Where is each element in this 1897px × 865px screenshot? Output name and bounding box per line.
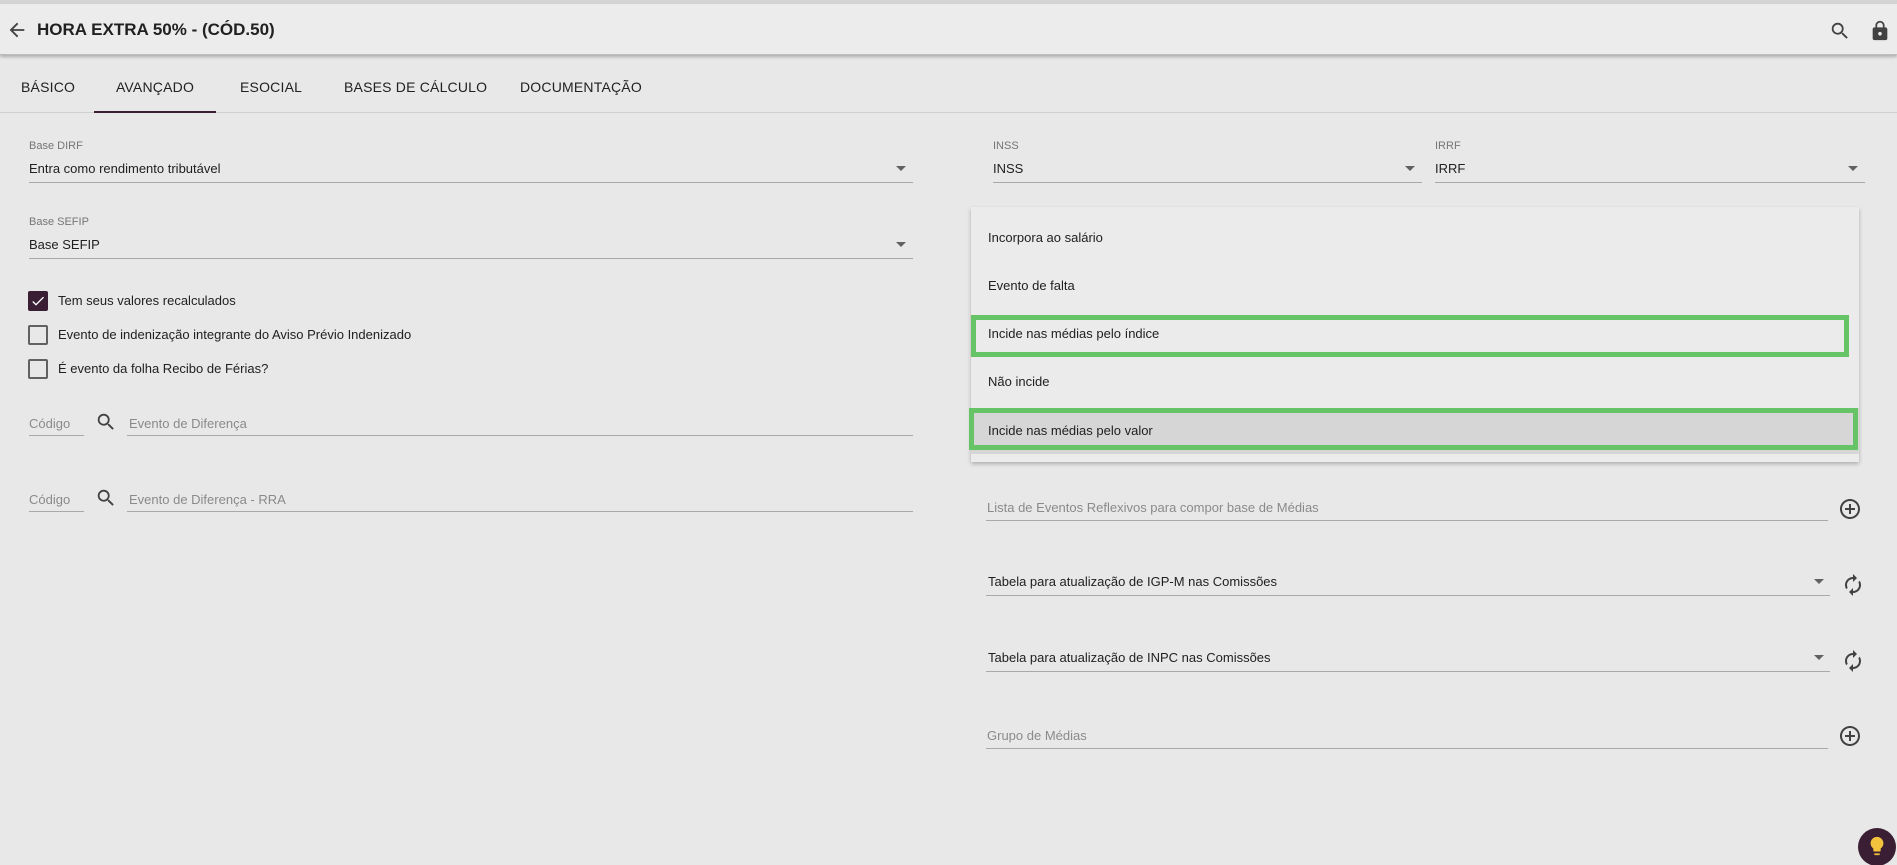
option-incorpora-salario[interactable]: Incorpora ao salário (971, 218, 1859, 258)
evento-diferenca-rra-input[interactable]: Evento de Diferença - RRA (129, 492, 286, 507)
chevron-down-icon[interactable] (1405, 166, 1415, 171)
base-dirf-underline (29, 182, 913, 183)
search-icon[interactable] (95, 411, 117, 433)
chevron-down-icon[interactable] (1814, 579, 1824, 584)
checkbox-recibo-ferias[interactable] (28, 359, 48, 379)
tabela-inpc-underline (986, 671, 1830, 672)
base-sefip-underline (29, 258, 913, 259)
tab-bases-de-calculo[interactable]: BASES DE CÁLCULO (344, 62, 487, 113)
tab-esocial[interactable]: ESOCIAL (240, 62, 302, 113)
refresh-icon[interactable] (1841, 573, 1865, 597)
option-nao-incide[interactable]: Não incide (971, 362, 1859, 402)
base-dirf-select[interactable]: Entra como rendimento tributável (29, 161, 220, 176)
chevron-down-icon[interactable] (896, 242, 906, 247)
irrf-select[interactable]: IRRF (1435, 161, 1465, 176)
help-fab[interactable] (1858, 828, 1896, 865)
search-icon[interactable] (95, 487, 117, 509)
inss-underline (993, 182, 1422, 183)
back-arrow-icon[interactable] (6, 19, 28, 41)
checkbox-recalculados-label: Tem seus valores recalculados (58, 293, 236, 308)
base-sefip-label: Base SEFIP (29, 216, 89, 228)
irrf-underline (1435, 182, 1865, 183)
evento-diferenca-input[interactable]: Evento de Diferença (129, 416, 247, 431)
lista-eventos-underline (986, 520, 1828, 521)
inss-label: INSS (993, 140, 1019, 152)
lista-eventos-input[interactable]: Lista de Eventos Reflexivos para compor … (987, 500, 1319, 515)
evento-diferenca-rra-underline (127, 511, 913, 512)
tab-avancado[interactable]: AVANÇADO (94, 62, 216, 113)
checkbox-recalculados[interactable] (28, 291, 48, 311)
refresh-icon[interactable] (1841, 649, 1865, 673)
option-label: Evento de falta (988, 278, 1075, 293)
chevron-down-icon[interactable] (1814, 655, 1824, 660)
tabela-igpm-underline (986, 595, 1830, 596)
evento-diferenca-underline (127, 435, 913, 436)
grupo-medias-underline (986, 748, 1828, 749)
tab-basico[interactable]: BÁSICO (21, 62, 75, 113)
highlight-box (969, 408, 1858, 450)
lock-icon[interactable] (1869, 19, 1891, 43)
codigo-underline (29, 435, 84, 436)
codigo-rra-input[interactable]: Código (29, 492, 70, 507)
codigo-input[interactable]: Código (29, 416, 70, 431)
chevron-down-icon[interactable] (1848, 166, 1858, 171)
checkbox-aviso-previo-label: Evento de indenização integrante do Avis… (58, 327, 412, 342)
check-icon (32, 296, 44, 306)
checkbox-aviso-previo[interactable] (28, 325, 48, 345)
app-header: HORA EXTRA 50% - (CÓD.50) (0, 4, 1897, 55)
add-circle-icon[interactable] (1838, 497, 1862, 521)
base-sefip-select[interactable]: Base SEFIP (29, 237, 100, 252)
option-evento-falta[interactable]: Evento de falta (971, 266, 1859, 306)
checkbox-recibo-ferias-label: É evento da folha Recibo de Férias? (58, 361, 269, 376)
option-label: Não incide (988, 374, 1050, 389)
grupo-medias-input[interactable]: Grupo de Médias (987, 728, 1087, 743)
lightbulb-icon (1870, 836, 1884, 856)
codigo-rra-underline (29, 511, 84, 512)
irrf-label: IRRF (1435, 140, 1461, 152)
tab-bar: BÁSICO AVANÇADO ESOCIAL BASES DE CÁLCULO… (0, 62, 1897, 113)
highlight-box (971, 315, 1849, 357)
chevron-down-icon[interactable] (896, 166, 906, 171)
base-dirf-label: Base DIRF (29, 140, 83, 152)
option-label: Incorpora ao salário (988, 230, 1103, 245)
search-icon[interactable] (1829, 20, 1851, 42)
tab-documentacao[interactable]: DOCUMENTAÇÃO (520, 62, 642, 113)
add-circle-icon[interactable] (1838, 724, 1862, 748)
tabela-igpm-select[interactable]: Tabela para atualização de IGP-M nas Com… (988, 574, 1277, 589)
tabela-inpc-select[interactable]: Tabela para atualização de INPC nas Comi… (988, 650, 1271, 665)
inss-select[interactable]: INSS (993, 161, 1023, 176)
page-title: HORA EXTRA 50% - (CÓD.50) (37, 20, 275, 39)
